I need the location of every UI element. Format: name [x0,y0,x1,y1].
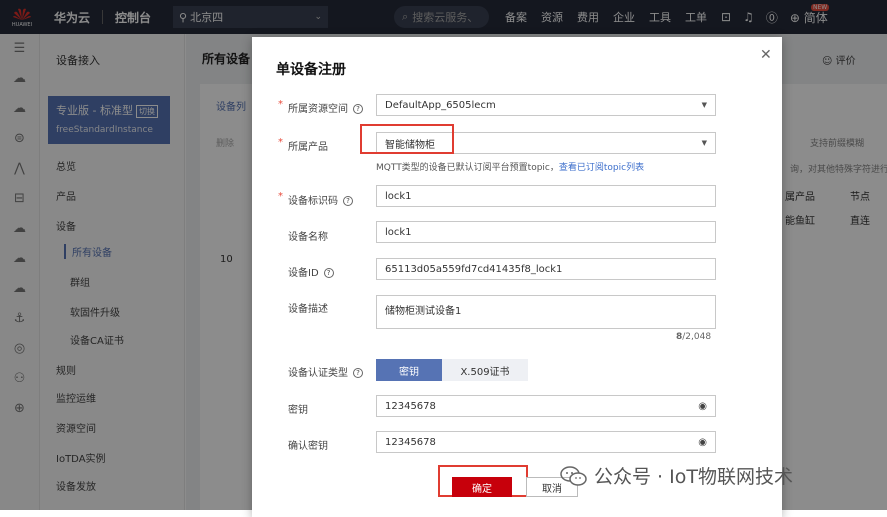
description-textarea[interactable]: 储物柜测试设备1 [376,295,716,329]
dialog-title: 单设备注册 [276,62,346,78]
resource-space-select[interactable]: DefaultApp_6505lecm ▼ [376,94,716,116]
auth-type-toggle: 密钥 X.509证书 [376,359,528,381]
resource-space-label: 所属资源空间? [288,100,363,115]
node-id-value: lock1 [385,190,412,202]
topic-hint-text: MQTT类型的设备已默认订阅平台预置topic， [376,163,559,173]
auth-secret-option[interactable]: 密钥 [376,359,442,381]
caret-down-icon: ▼ [701,101,707,109]
help-icon[interactable]: ? [323,268,334,278]
device-id-value: 65113d05a559fd7cd41435f8_lock1 [385,263,563,275]
product-label: 所属产品 [288,142,328,153]
highlight-frame-product [360,124,454,154]
resource-space-label-text: 所属资源空间 [288,104,348,115]
counter-max: /2,048 [682,332,712,342]
device-id-input[interactable]: 65113d05a559fd7cd41435f8_lock1 [376,258,716,280]
node-id-label-text: 设备标识码 [288,196,338,207]
secret-value: 12345678 [385,400,436,412]
resource-space-value: DefaultApp_6505lecm [385,99,496,111]
description-value: 储物柜测试设备1 [385,306,462,317]
required-mark: * [278,99,283,110]
close-icon[interactable]: ✕ [760,47,772,63]
confirm-secret-value: 12345678 [385,436,436,448]
device-id-label: 设备ID? [288,264,334,279]
device-id-label-text: 设备ID [288,268,319,279]
auth-x509-option[interactable]: X.509证书 [442,359,528,381]
device-name-label: 设备名称 [288,232,328,243]
description-counter: 8/2,048 [676,332,711,342]
description-label: 设备描述 [288,304,328,315]
confirm-secret-input[interactable]: 12345678 ◉ [376,431,716,453]
node-id-input[interactable]: lock1 [376,185,716,207]
help-icon[interactable]: ? [343,196,353,206]
caret-down-icon: ▼ [701,139,707,147]
auth-type-label-text: 设备认证类型 [288,368,348,379]
node-id-label: 设备标识码? [288,192,353,207]
help-icon[interactable]: ? [353,104,363,114]
required-mark: * [278,191,283,202]
wechat-watermark: 公众号 · IoT物联网技术 [560,462,793,489]
help-icon[interactable]: ? [353,368,363,378]
secret-input[interactable]: 12345678 ◉ [376,395,716,417]
auth-type-label: 设备认证类型? [288,364,363,379]
secret-label: 密钥 [288,405,308,416]
topic-hint: MQTT类型的设备已默认订阅平台预置topic，查看已订阅topic列表 [376,160,644,173]
device-name-value: lock1 [385,226,412,238]
confirm-secret-label: 确认密钥 [288,441,328,452]
watermark-text: 公众号 · IoT物联网技术 [594,466,793,488]
wechat-icon [560,465,587,486]
device-name-input[interactable]: lock1 [376,221,716,243]
topic-list-link[interactable]: 查看已订阅topic列表 [559,163,644,173]
required-mark: * [278,137,283,148]
eye-icon[interactable]: ◉ [698,437,707,448]
register-device-dialog: 单设备注册 ✕ * 所属资源空间? DefaultApp_6505lecm ▼ … [252,37,782,517]
ok-button[interactable]: 确定 [452,477,512,497]
eye-icon[interactable]: ◉ [698,401,707,412]
